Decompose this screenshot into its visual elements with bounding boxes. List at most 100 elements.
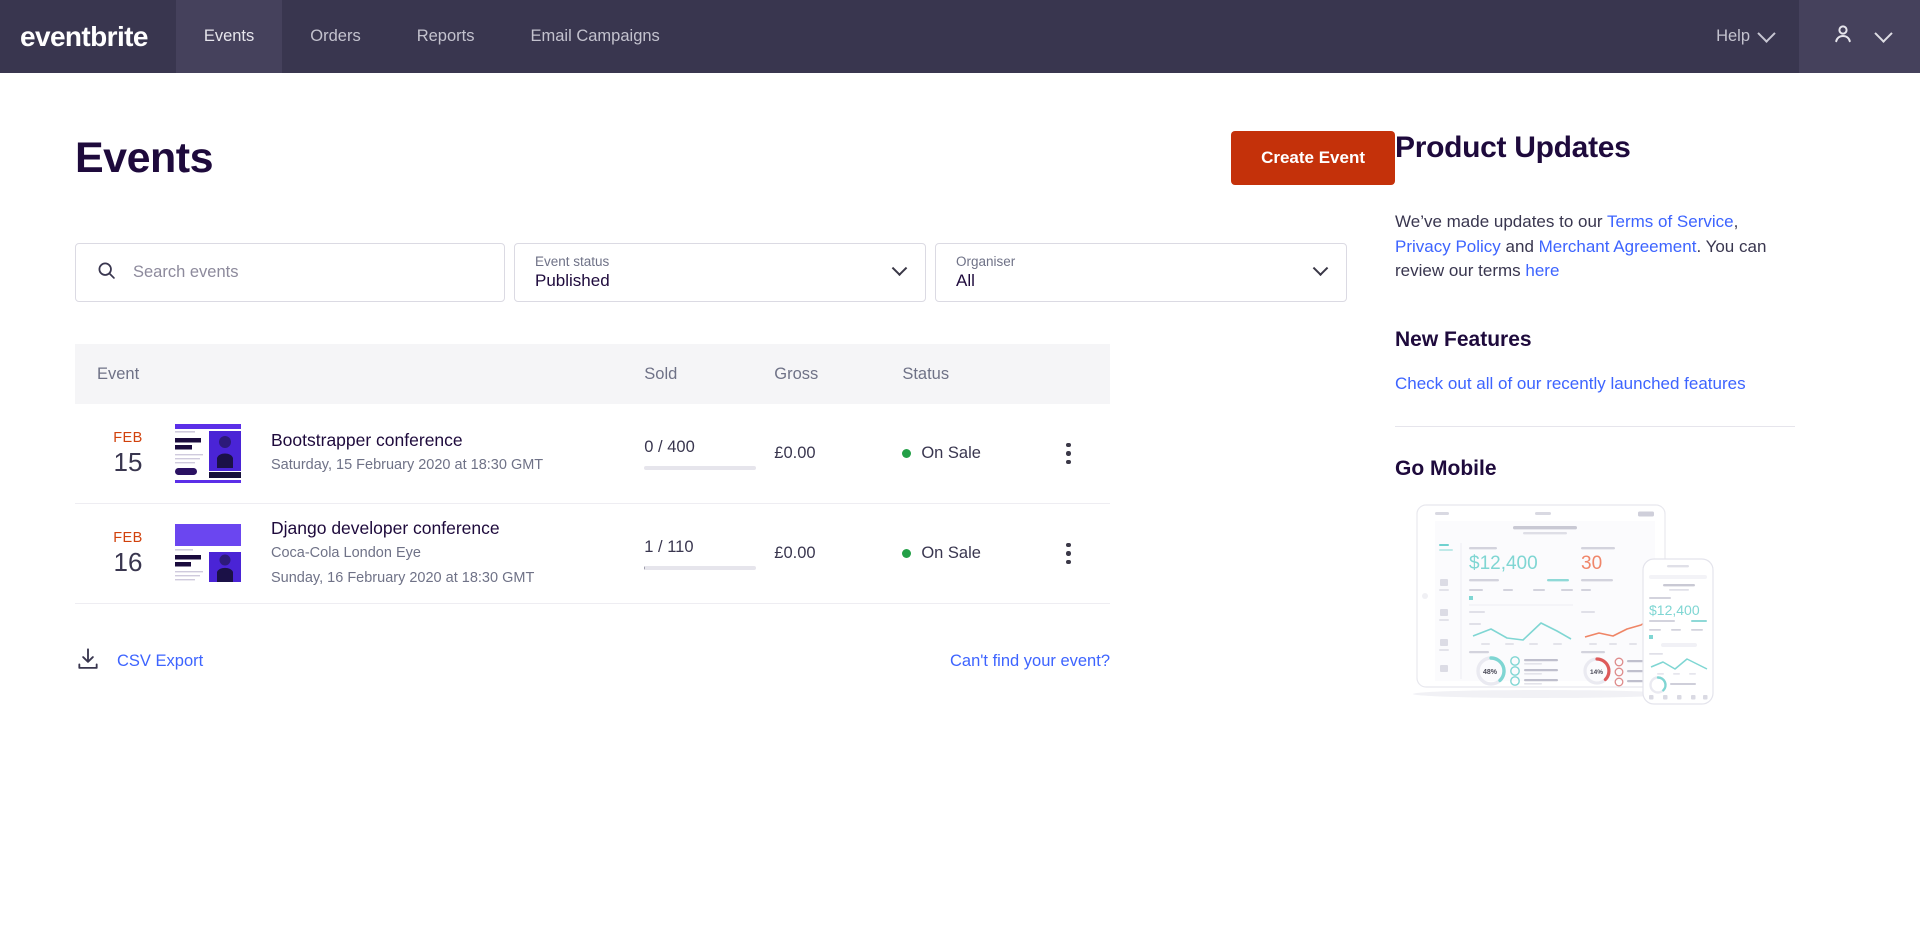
download-icon — [75, 646, 101, 677]
status-dot-icon — [902, 449, 912, 458]
events-table: Event Sold Gross Status FEB 15 Bootstrap… — [75, 344, 1110, 604]
row-actions-menu-button[interactable] — [1049, 442, 1088, 465]
page-title: Events — [75, 133, 214, 182]
organiser-select[interactable]: Organiser All — [935, 243, 1347, 302]
nav-item-events-label: Events — [203, 27, 255, 45]
event-date-badge: FEB 16 — [97, 529, 159, 577]
chevron-down-icon — [1874, 24, 1893, 43]
event-cell: FEB 16 Django developer conference Coca-… — [97, 518, 644, 589]
nav-item-email-campaigns-label: Email Campaigns — [530, 27, 660, 45]
sold-progress-bar — [644, 465, 757, 470]
table-row[interactable]: FEB 16 Django developer conference Coca-… — [75, 504, 1110, 604]
column-header-gross: Gross — [774, 364, 819, 383]
cant-find-event-link[interactable]: Can't find your event? — [950, 652, 1110, 671]
event-month: FEB — [113, 430, 143, 447]
table-header-row: Event Sold Gross Status — [75, 344, 1110, 404]
event-cell: FEB 15 Bootstrapper conference Saturday,… — [97, 421, 644, 486]
table-footer: CSV Export Can't find your event? — [75, 646, 1110, 677]
event-info: Bootstrapper conference Saturday, 15 Feb… — [271, 430, 543, 476]
event-datetime: Sunday, 16 February 2020 at 18:30 GMT — [271, 570, 535, 586]
search-events-field[interactable] — [75, 243, 505, 302]
svg-text:30: 30 — [1581, 553, 1602, 574]
event-thumbnail — [169, 521, 247, 586]
gross-value: £0.00 — [774, 444, 816, 462]
page-header: Events Create Event — [75, 73, 1395, 185]
filter-bar: Event status Published Organiser All — [75, 243, 1395, 302]
review-terms-here-link[interactable]: here — [1525, 261, 1559, 280]
top-navigation-bar: eventbrite Events Orders Reports Email C… — [0, 0, 1920, 73]
chevron-down-icon — [1757, 24, 1776, 43]
tablet-and-phone-dashboard-illustration: $12,400 30 48% 14% $12,400 — [1395, 499, 1725, 714]
pu-text-part2: , — [1733, 212, 1739, 231]
pu-text-part3: and — [1500, 236, 1539, 256]
svg-text:$12,400: $12,400 — [1649, 602, 1700, 618]
gross-value: £0.00 — [774, 544, 816, 562]
nav-item-reports-label: Reports — [416, 27, 475, 45]
terms-of-service-link[interactable]: Terms of Service — [1607, 212, 1734, 231]
organiser-value: All — [956, 271, 975, 291]
table-row[interactable]: FEB 15 Bootstrapper conference Saturday,… — [75, 404, 1110, 504]
account-menu[interactable] — [1799, 0, 1920, 73]
event-day: 15 — [113, 446, 143, 477]
new-features-link[interactable]: Check out all of our recently launched f… — [1395, 374, 1795, 394]
column-header-event: Event — [97, 364, 140, 383]
column-header-sold: Sold — [644, 364, 678, 383]
event-thumbnail — [169, 421, 247, 486]
pu-text-part1: We’ve made updates to our — [1395, 212, 1608, 231]
csv-export-button[interactable]: CSV Export — [75, 646, 203, 677]
chevron-down-icon — [891, 260, 908, 277]
nav-right-group: Help — [1690, 0, 1920, 73]
search-icon — [96, 260, 117, 286]
sold-value: 0 / 400 — [644, 437, 695, 456]
svg-text:$12,400: $12,400 — [1469, 553, 1538, 574]
organiser-label: Organiser — [956, 253, 1016, 269]
product-updates-title: Product Updates — [1395, 131, 1631, 164]
event-title-link[interactable]: Django developer conference — [271, 518, 534, 539]
status-badge: On Sale — [902, 444, 1049, 463]
sold-value: 1 / 110 — [644, 537, 694, 556]
nav-item-events[interactable]: Events — [175, 0, 283, 73]
nav-item-orders-label: Orders — [310, 27, 361, 45]
status-label: On Sale — [921, 544, 981, 562]
row-actions-menu-button[interactable] — [1049, 542, 1088, 565]
event-date-badge: FEB 15 — [97, 429, 159, 477]
sold-cell: 1 / 110 — [644, 538, 774, 570]
sidebar-divider — [1395, 425, 1795, 427]
status-label: On Sale — [921, 444, 981, 462]
nav-item-email-campaigns[interactable]: Email Campaigns — [503, 0, 688, 73]
events-main-column: Events Create Event Event status Pu — [0, 73, 1395, 930]
brand-wordmark: eventbrite — [20, 20, 148, 52]
svg-text:48%: 48% — [1483, 669, 1498, 676]
primary-nav: Events Orders Reports Email Campaigns — [175, 0, 688, 73]
event-info: Django developer conference Coca-Cola Lo… — [271, 518, 534, 589]
event-title-link[interactable]: Bootstrapper conference — [271, 430, 543, 451]
event-venue: Coca-Cola London Eye — [271, 544, 421, 561]
merchant-agreement-link[interactable]: Merchant Agreement — [1539, 237, 1697, 256]
event-status-label: Event status — [535, 253, 610, 269]
eventbrite-logo[interactable]: eventbrite — [0, 0, 176, 73]
event-status-select[interactable]: Event status Published — [514, 243, 926, 302]
create-event-button[interactable]: Create Event — [1231, 131, 1395, 185]
sold-cell: 0 / 400 — [644, 438, 774, 470]
event-datetime: Saturday, 15 February 2020 at 18:30 GMT — [271, 457, 544, 474]
sold-progress-fill — [644, 565, 646, 570]
csv-export-label: CSV Export — [117, 652, 204, 670]
search-input[interactable] — [133, 263, 484, 282]
sidebar: Product Updates We’ve made updates to ou… — [1395, 73, 1920, 930]
user-icon — [1831, 22, 1855, 51]
help-label: Help — [1716, 27, 1750, 45]
privacy-policy-link[interactable]: Privacy Policy — [1395, 237, 1501, 256]
page-content: Events Create Event Event status Pu — [0, 73, 1920, 930]
column-header-status: Status — [902, 364, 950, 383]
status-dot-icon — [902, 549, 912, 558]
nav-item-reports[interactable]: Reports — [389, 0, 503, 73]
new-features-title: New Features — [1395, 327, 1532, 351]
go-mobile-title: Go Mobile — [1395, 456, 1497, 480]
sold-progress-bar — [644, 565, 757, 570]
svg-text:14%: 14% — [1590, 669, 1603, 676]
help-menu[interactable]: Help — [1690, 0, 1799, 73]
product-updates-body: We’ve made updates to our Terms of Servi… — [1395, 210, 1795, 284]
event-day: 16 — [113, 546, 143, 577]
chevron-down-icon — [1312, 260, 1329, 277]
nav-item-orders[interactable]: Orders — [282, 0, 388, 73]
